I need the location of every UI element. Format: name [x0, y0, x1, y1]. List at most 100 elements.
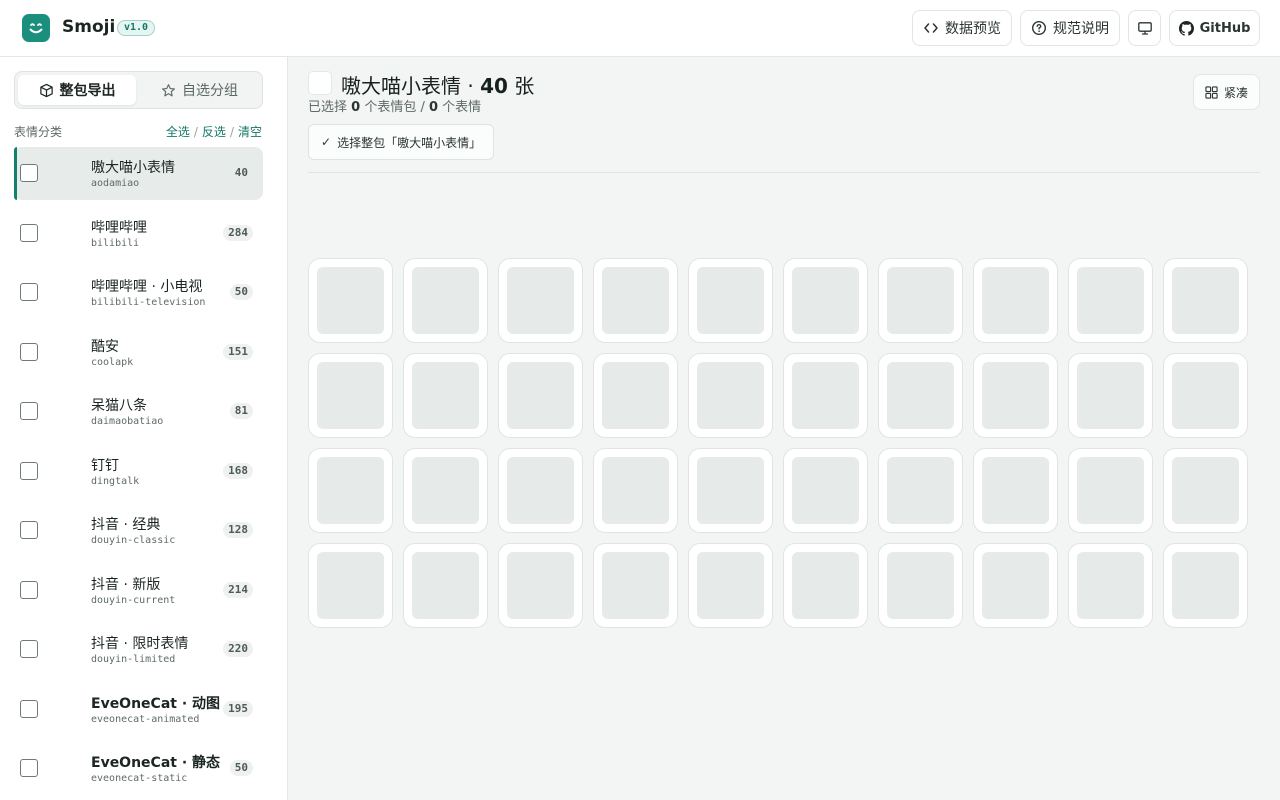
- selected-pack-count: 0: [351, 100, 361, 115]
- emoji-tile[interactable]: [1163, 448, 1248, 533]
- category-checkbox[interactable]: [20, 164, 38, 182]
- theme-toggle-button[interactable]: [1128, 10, 1161, 46]
- category-item[interactable]: 哔哩哔哩 · 小电视 bilibili-television 50: [14, 266, 263, 319]
- category-checkbox[interactable]: [20, 759, 38, 777]
- category-item[interactable]: 嗷大喵小表情 aodamiao 40: [14, 147, 263, 200]
- emoji-tile[interactable]: [308, 543, 393, 628]
- emoji-tile[interactable]: [783, 543, 868, 628]
- emoji-tile[interactable]: [498, 258, 583, 343]
- category-slug: daimaobatiao: [91, 416, 164, 427]
- category-item[interactable]: 抖音 · 新版 douyin-current 214: [14, 564, 263, 617]
- emoji-tile[interactable]: [783, 353, 868, 438]
- emoji-tile[interactable]: [783, 258, 868, 343]
- emoji-tile[interactable]: [498, 353, 583, 438]
- emoji-tile[interactable]: [878, 353, 963, 438]
- category-count-badge: 40: [234, 166, 248, 179]
- emoji-placeholder: [982, 457, 1049, 524]
- emoji-tile[interactable]: [308, 258, 393, 343]
- tab-pack-export[interactable]: 整包导出: [18, 75, 136, 105]
- emoji-tile[interactable]: [973, 543, 1058, 628]
- emoji-tile[interactable]: [593, 448, 678, 533]
- emoji-tile[interactable]: [973, 448, 1058, 533]
- emoji-tile[interactable]: [403, 258, 488, 343]
- emoji-tile[interactable]: [308, 353, 393, 438]
- category-checkbox[interactable]: [20, 342, 38, 361]
- emoji-tile[interactable]: [878, 258, 963, 343]
- category-actions: 全选 / 反选 / 清空: [166, 123, 262, 140]
- category-name: 呆猫八条: [91, 398, 147, 414]
- summary-text: 已选择: [308, 100, 352, 115]
- emoji-placeholder: [887, 457, 954, 524]
- emoji-tile[interactable]: [878, 448, 963, 533]
- emoji-tile[interactable]: [403, 353, 488, 438]
- select-whole-pack-button[interactable]: ✓ 选择整包「嗷大喵小表情」: [308, 124, 495, 160]
- emoji-tile[interactable]: [593, 258, 678, 343]
- emoji-placeholder: [507, 552, 574, 619]
- emoji-tile[interactable]: [498, 448, 583, 533]
- category-item[interactable]: EveOneCat · 动图 eveonecat-animated 195: [14, 683, 263, 736]
- emoji-tile[interactable]: [688, 258, 773, 343]
- selection-summary: 已选择 0 个表情包 / 0 个表情: [308, 96, 481, 115]
- data-preview-button[interactable]: 数据预览: [912, 10, 1012, 46]
- category-checkbox[interactable]: [20, 521, 38, 539]
- emoji-tile[interactable]: [973, 258, 1058, 343]
- category-item[interactable]: 呆猫八条 daimaobatiao 81: [14, 385, 263, 438]
- emoji-tile[interactable]: [593, 353, 678, 438]
- emoji-tile[interactable]: [1163, 258, 1248, 343]
- category-checkbox[interactable]: [20, 640, 38, 658]
- emoji-tile[interactable]: [1068, 448, 1153, 533]
- category-item[interactable]: 钉钉 dingtalk 168: [14, 445, 263, 498]
- invert-selection-link[interactable]: 反选: [202, 125, 226, 139]
- emoji-tile[interactable]: [783, 448, 868, 533]
- emoji-placeholder: [317, 552, 384, 619]
- spec-button[interactable]: 规范说明: [1020, 10, 1120, 46]
- emoji-tile[interactable]: [688, 543, 773, 628]
- emoji-tile[interactable]: [1163, 543, 1248, 628]
- emoji-tile[interactable]: [973, 353, 1058, 438]
- emoji-tile[interactable]: [688, 353, 773, 438]
- category-checkbox[interactable]: [20, 699, 38, 718]
- emoji-tile[interactable]: [1068, 353, 1153, 438]
- category-item[interactable]: 抖音 · 经典 douyin-classic 128: [14, 504, 263, 557]
- emoji-tile[interactable]: [308, 448, 393, 533]
- github-button[interactable]: GitHub: [1169, 10, 1260, 46]
- category-checkbox[interactable]: [20, 223, 38, 242]
- emoji-tile[interactable]: [403, 543, 488, 628]
- emoji-placeholder: [697, 362, 764, 429]
- category-name: EveOneCat · 动图: [91, 695, 221, 712]
- smoji-logo-icon[interactable]: [22, 14, 50, 42]
- emoji-tile[interactable]: [688, 448, 773, 533]
- select-all-link[interactable]: 全选: [166, 125, 190, 139]
- category-count-badge: 214: [223, 581, 253, 598]
- emoji-placeholder: [1172, 457, 1239, 524]
- clear-selection-link[interactable]: 清空: [238, 125, 262, 139]
- emoji-tile[interactable]: [1068, 258, 1153, 343]
- compact-view-button[interactable]: 紧凑: [1193, 74, 1260, 110]
- category-slug: douyin-current: [91, 594, 176, 606]
- sidebar: 整包导出 自选分组 表情分类 全选 / 反选 / 清空 嗷大喵小表情 aodamiao 40…: [0, 57, 288, 800]
- category-item[interactable]: EveOneCat · 静态 eveonecat-static 50: [14, 742, 263, 795]
- category-item[interactable]: 酷安 coolapk 151: [14, 326, 263, 379]
- category-item[interactable]: 哔哩哔哩 bilibili 284: [14, 207, 263, 260]
- emoji-tile[interactable]: [1163, 353, 1248, 438]
- separator: /: [229, 125, 234, 139]
- category-name: 钉钉: [91, 457, 119, 474]
- brand-name: Smoji: [62, 17, 116, 37]
- category-slug: eveonecat-animated: [91, 713, 200, 725]
- category-checkbox[interactable]: [20, 402, 38, 420]
- category-checkbox[interactable]: [20, 283, 38, 301]
- top-bar: Smoji v1.0 数据预览 规范说明 GitHub: [0, 0, 1280, 57]
- tab-custom-group[interactable]: 自选分组: [140, 75, 259, 105]
- category-name: 酷安: [91, 338, 119, 355]
- emoji-tile[interactable]: [1068, 543, 1153, 628]
- category-item[interactable]: 抖音 · 限时表情 douyin-limited 220: [14, 623, 263, 676]
- category-checkbox[interactable]: [20, 461, 38, 480]
- emoji-tile[interactable]: [498, 543, 583, 628]
- emoji-tile[interactable]: [593, 543, 678, 628]
- category-slug: douyin-limited: [91, 654, 176, 665]
- compact-view-label: 紧凑: [1223, 85, 1248, 100]
- emoji-tile[interactable]: [878, 543, 963, 628]
- category-slug: dingtalk: [91, 475, 140, 487]
- category-checkbox[interactable]: [20, 580, 38, 599]
- emoji-tile[interactable]: [403, 448, 488, 533]
